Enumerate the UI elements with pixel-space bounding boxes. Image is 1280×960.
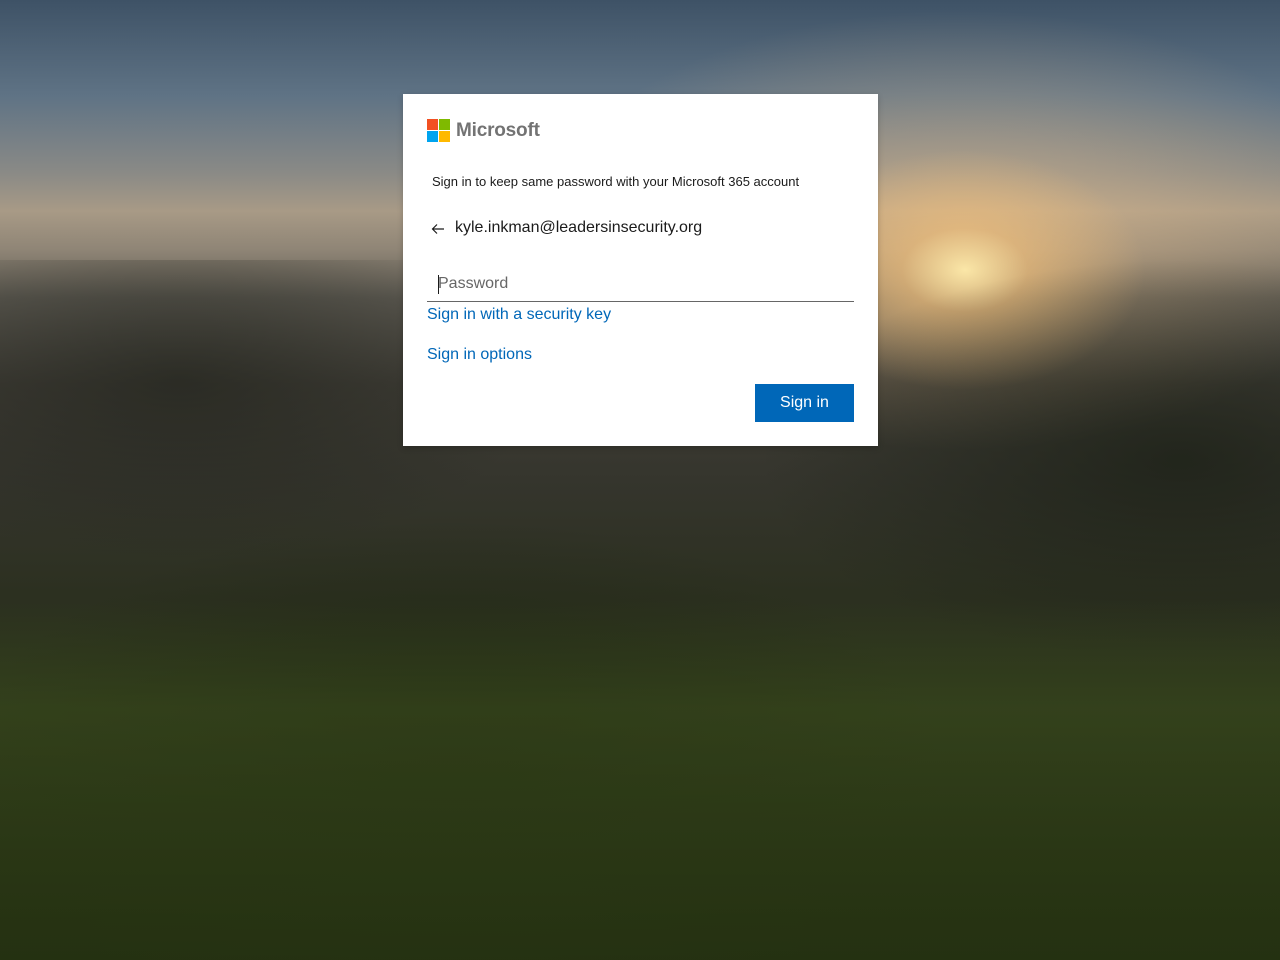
account-email: kyle.inkman@leadersinsecurity.org xyxy=(455,218,703,236)
logo-text: Microsoft xyxy=(456,119,540,141)
background-grass xyxy=(0,600,1280,960)
sign-in-options-link[interactable]: Sign in options xyxy=(427,346,532,364)
microsoft-logo-icon xyxy=(427,119,450,142)
arrow-left-icon[interactable] xyxy=(430,221,446,237)
security-key-link[interactable]: Sign in with a security key xyxy=(427,306,611,324)
text-caret xyxy=(438,275,439,294)
password-input[interactable] xyxy=(427,266,854,302)
sign-in-card: Microsoft Sign in to keep same password … xyxy=(403,94,878,446)
microsoft-logo: Microsoft xyxy=(427,119,540,142)
identity-banner: kyle.inkman@leadersinsecurity.org xyxy=(430,218,702,237)
sign-in-button[interactable]: Sign in xyxy=(755,384,854,422)
sign-in-subtitle: Sign in to keep same password with your … xyxy=(432,174,800,189)
